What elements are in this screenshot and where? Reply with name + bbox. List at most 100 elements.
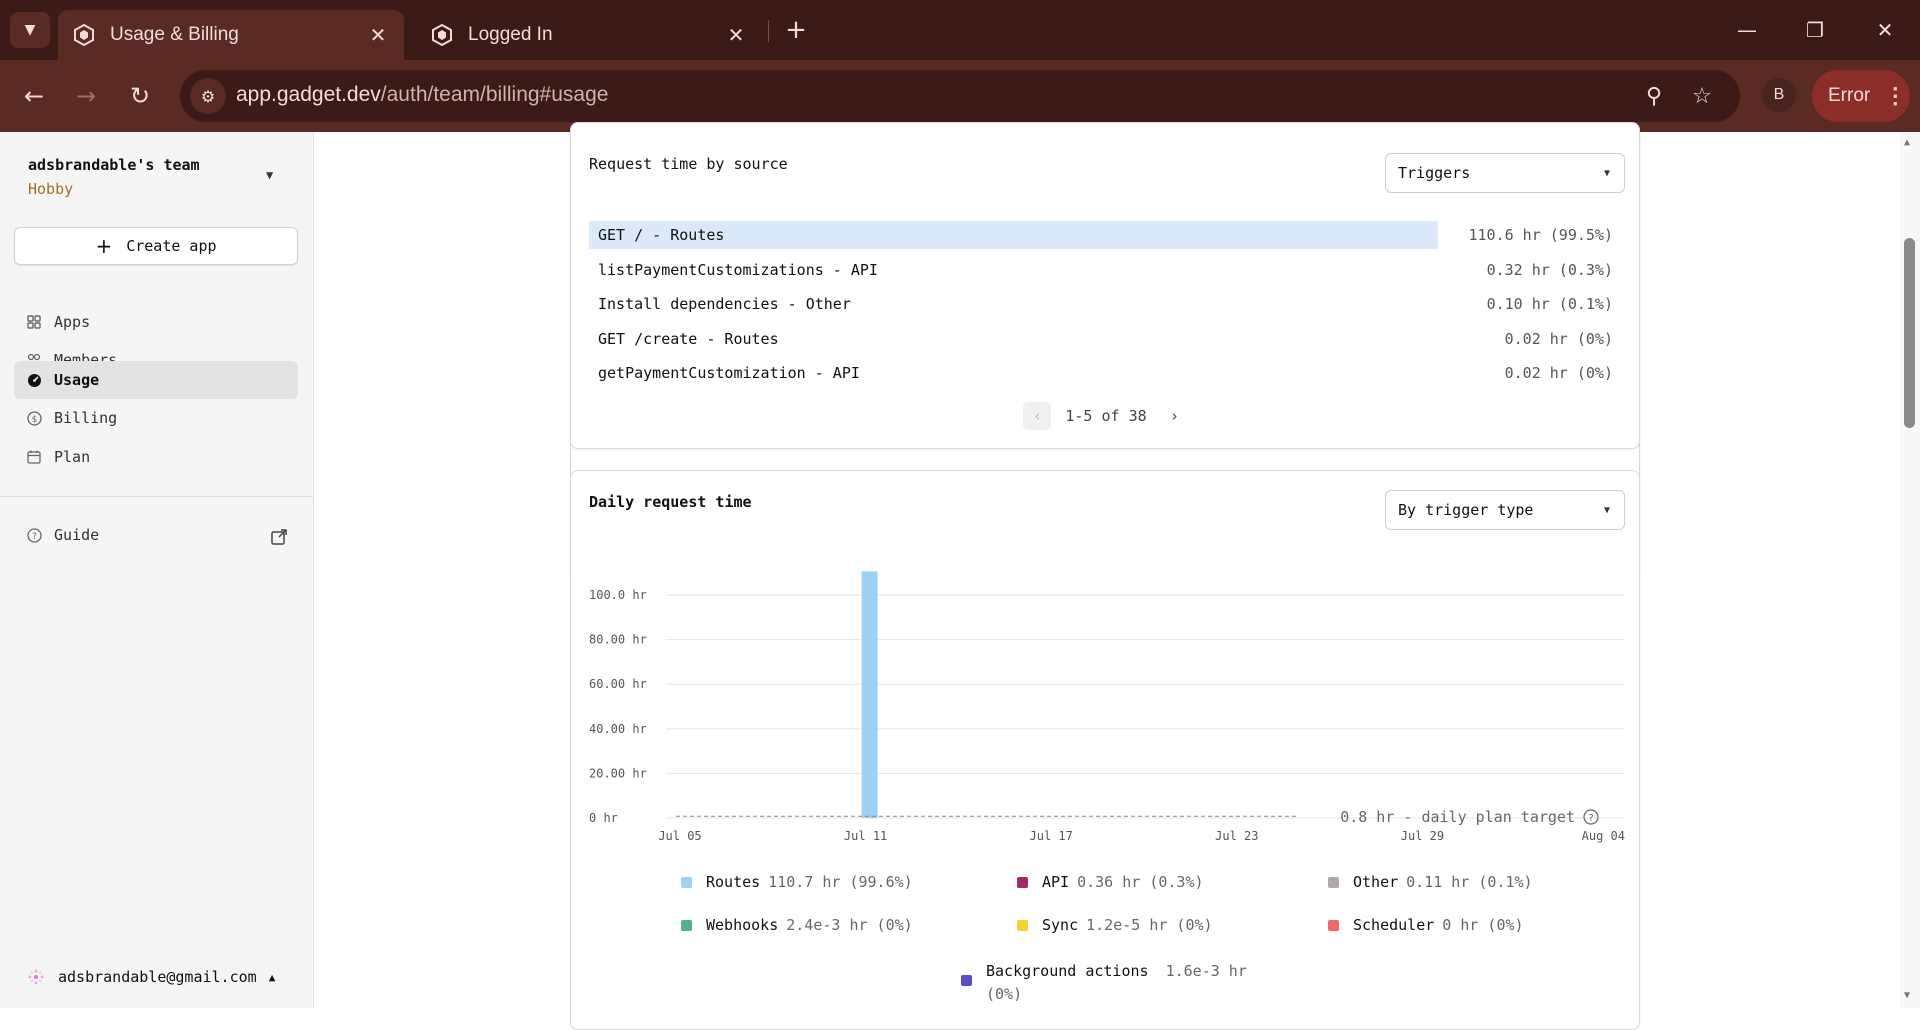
sidebar-item-billing[interactable]: $ Billing [14,399,298,437]
gadget-favicon-icon [74,23,94,47]
tab-logged-in[interactable]: Logged In ✕ [416,10,762,60]
bookmark-star-icon[interactable]: ☆ [1686,80,1718,112]
prev-page-icon[interactable]: ‹ [1023,402,1052,430]
back-icon[interactable]: ← [14,76,54,116]
team-plan-label: Hobby [28,180,74,198]
source-label: GET / - Routes [589,221,1438,249]
dollar-icon: $ [26,410,42,426]
legend-item-sync[interactable]: Sync 1.2e-5 hr (0%) [1017,916,1213,934]
daily-target-label: 0.8 hr - daily plan target [1340,808,1575,826]
svg-text:$: $ [31,415,37,425]
source-label: GET /create - Routes [598,330,779,348]
site-info-icon[interactable]: ⚙ [190,78,226,114]
next-page-icon[interactable]: › [1161,402,1189,430]
x-tick-label: Aug 04 [1582,829,1625,843]
tab-usage-billing[interactable]: Usage & Billing ✕ [58,10,404,60]
x-tick-label: Jul 17 [1030,829,1073,843]
legend-item-background-actions[interactable]: Background actions 1.6e-3 hr (0%) [961,960,1261,1006]
close-tab-icon[interactable]: ✕ [366,23,390,48]
source-row[interactable]: Install dependencies - Other 0.10 hr (0.… [589,290,1625,318]
legend-value: 0.11 hr (0.1%) [1406,873,1533,891]
pagination: ‹ 1-5 of 38 › [571,402,1641,430]
x-tick-label: Jul 29 [1401,829,1444,843]
card-title: Request time by source [589,155,788,173]
legend-swatch [681,920,692,931]
legend-value: 2.4e-3 hr (0%) [786,916,913,934]
triggers-select[interactable]: Triggers ▼ [1385,153,1625,193]
source-row[interactable]: getPaymentCustomization - API 0.02 hr (0… [589,359,1625,387]
legend-swatch [1328,920,1339,931]
source-value: 0.32 hr (0.3%) [1486,261,1613,279]
tab-title: Usage & Billing [110,24,239,45]
legend-item-routes[interactable]: Routes 110.7 hr (99.6%) [681,873,913,891]
daily-request-time-chart: 0 hr 20.00 hr 40.00 hr 60.00 hr 80.00 hr 100.… [589,571,1625,843]
legend-item-scheduler[interactable]: Scheduler 0 hr (0%) [1328,916,1524,934]
sidebar-item-apps[interactable]: Apps [14,303,298,341]
scroll-up-arrow-icon[interactable]: ▲ [1904,137,1910,148]
tab-title: Logged In [468,24,553,45]
x-tick-label: Jul 23 [1215,829,1258,843]
plus-icon: + [95,234,113,258]
legend-value: 1.2e-5 hr (0%) [1086,916,1213,934]
x-tick-label: Jul 05 [658,829,701,843]
sidebar-item-guide[interactable]: ? Guide [14,516,298,554]
url-text[interactable]: app.gadget.dev/auth/team/billing#usage [236,83,608,107]
gauge-icon [26,372,42,388]
close-tab-icon[interactable]: ✕ [724,23,748,48]
forward-icon[interactable]: → [66,76,106,116]
scroll-down-arrow-icon[interactable]: ▼ [1904,990,1910,1001]
create-app-button[interactable]: + Create app [14,227,298,265]
address-bar[interactable]: ⚙ app.gadget.dev/auth/team/billing#usage… [180,70,1740,122]
target-help-icon-glyph: ? [1588,813,1593,824]
legend-swatch [1017,877,1028,888]
legend-swatch [1017,920,1028,931]
legend-name: Webhooks [706,916,779,934]
new-tab-button[interactable]: + [780,14,812,46]
pagination-text: 1-5 of 38 [1065,407,1147,425]
reload-icon[interactable]: ↻ [120,76,160,116]
external-link-icon[interactable] [270,528,288,546]
close-window-icon[interactable]: ✕ [1862,10,1908,50]
daily-request-time-card: Daily request time By trigger type ▼ 0 h… [570,470,1640,1030]
minimize-window-icon[interactable]: — [1724,10,1770,50]
sidebar-item-label: Apps [54,313,91,331]
team-switcher-caret-icon[interactable]: ▼ [266,168,273,182]
y-tick-label: 0 hr [589,811,618,825]
source-row[interactable]: GET / - Routes 110.6 hr (99.5%) [589,221,1625,249]
profile-avatar[interactable]: B [1762,78,1796,112]
source-row[interactable]: GET /create - Routes 0.02 hr (0%) [589,325,1625,353]
sidebar-item-label: Guide [54,526,100,544]
team-name[interactable]: adsbrandable's team [28,156,200,174]
user-menu[interactable]: adsbrandable@gmail.com ▲ [28,968,275,986]
sidebar-item-usage[interactable]: Usage [14,361,298,399]
request-time-by-source-card: Request time by source Triggers ▼ GET / … [570,122,1640,449]
sidebar-divider [0,496,313,497]
sidebar: adsbrandable's team Hobby ▼ + Create app… [0,132,314,1008]
x-tick-label: Jul 11 [844,829,887,843]
zoom-icon[interactable]: ⚲ [1638,80,1670,112]
restore-window-icon[interactable]: ❐ [1792,10,1838,50]
source-value: 0.02 hr (0%) [1504,330,1613,348]
source-label: Install dependencies - Other [598,295,851,313]
source-value: 0.10 hr (0.1%) [1486,295,1613,313]
caret-up-icon: ▲ [268,970,276,984]
browser-tab-strip: ▼ Usage & Billing ✕ Logged In ✕ + — ❐ ✕ [0,0,1920,60]
legend-item-webhooks[interactable]: Webhooks 2.4e-3 hr (0%) [681,916,913,934]
sidebar-item-plan[interactable]: Plan [14,438,298,476]
source-value: 110.6 hr (99.5%) [1468,226,1614,244]
select-value: Triggers [1398,164,1471,182]
legend-name: Other [1353,873,1399,891]
browser-error-button[interactable]: Error ⋮ [1812,70,1910,122]
sidebar-item-label: Plan [54,448,91,466]
source-label: getPaymentCustomization - API [598,364,860,382]
tab-search-button[interactable]: ▼ [10,12,50,48]
legend-value: 0 hr (0%) [1442,916,1524,934]
gadget-favicon-icon [432,23,452,47]
source-row[interactable]: listPaymentCustomizations - API 0.32 hr … [589,256,1625,284]
legend-name: API [1042,873,1070,891]
scrollbar-thumb[interactable] [1904,238,1915,428]
legend-value: 0.36 hr (0.3%) [1077,873,1204,891]
legend-value-percent: (0%) [986,985,1023,1003]
legend-item-other[interactable]: Other 0.11 hr (0.1%) [1328,873,1533,891]
legend-item-api[interactable]: API 0.36 hr (0.3%) [1017,873,1204,891]
